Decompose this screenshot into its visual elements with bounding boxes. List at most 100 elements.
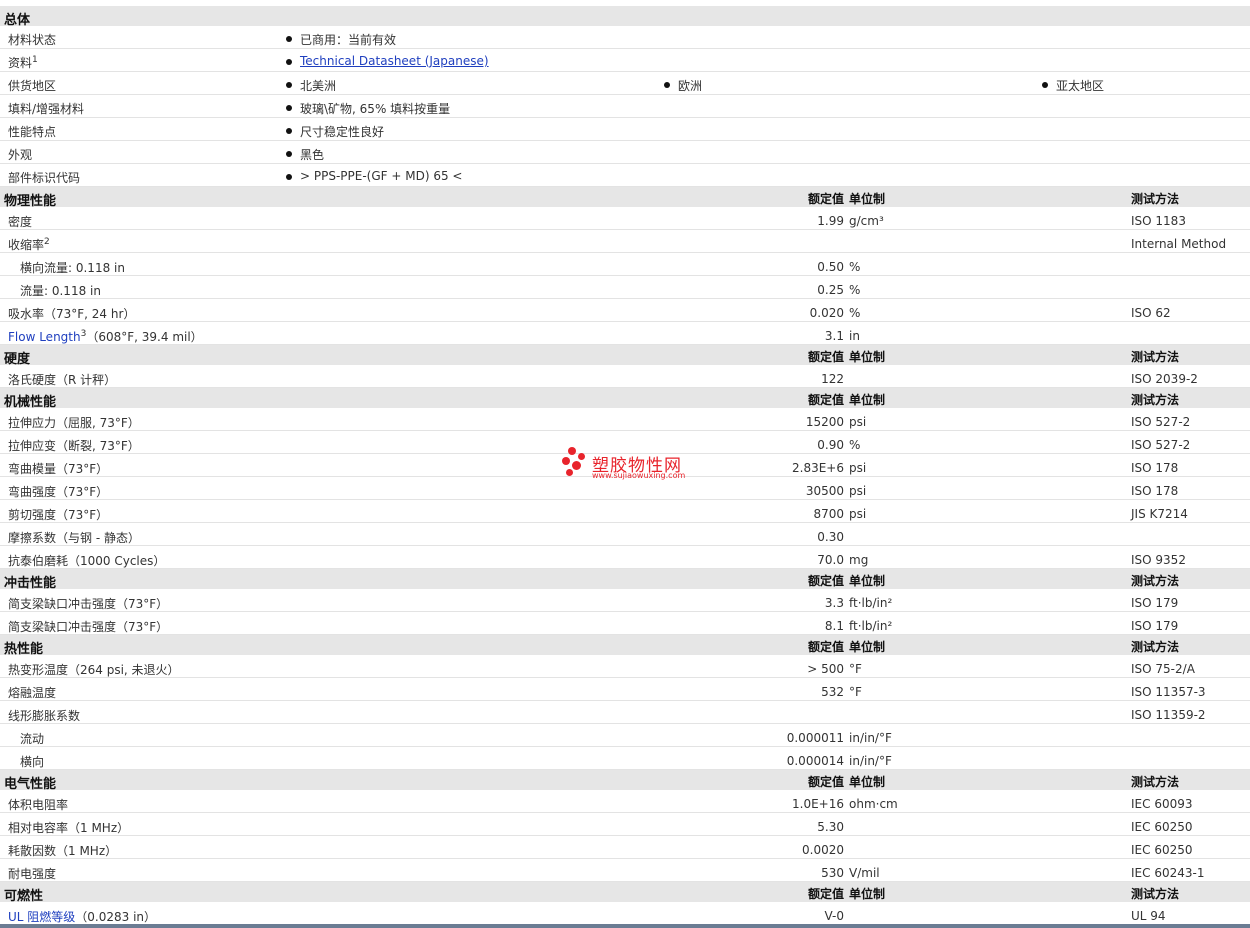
nominal-value: 15200 xyxy=(805,415,844,429)
property-name: 流动 xyxy=(20,732,45,746)
general-label: 性能特点 xyxy=(8,123,56,140)
unit-value: °F xyxy=(849,662,862,676)
nominal-value: 0.30 xyxy=(817,530,844,544)
column-header-test: 测试方法 xyxy=(1131,640,1180,654)
property-name: 吸水率（73°F, 24 hr） xyxy=(8,307,136,321)
property-row: 体积电阻率 1.0E+16 ohm·cm IEC 60093 xyxy=(0,790,1250,813)
property-name: 洛氏硬度（R 计秤） xyxy=(8,373,117,387)
test-method: IEC 60250 xyxy=(1131,843,1193,857)
nominal-value: 1.99 xyxy=(817,214,844,228)
test-method: ISO 527-2 xyxy=(1131,438,1191,452)
column-header-test: 测试方法 xyxy=(1131,393,1180,407)
property-name: 弯曲模量（73°F） xyxy=(8,462,109,476)
nominal-value: 2.83E+6 xyxy=(792,461,844,475)
general-label: 填料/增强材料 xyxy=(8,100,84,117)
column-header-unit: 单位制 xyxy=(849,887,886,901)
test-method: UL 94 xyxy=(1131,909,1166,923)
bullet-icon xyxy=(286,151,292,157)
nominal-value: 70.0 xyxy=(817,553,844,567)
nominal-value: 530 xyxy=(821,866,844,880)
footnote-marker[interactable]: 2 xyxy=(44,237,50,247)
nominal-value: > 500 xyxy=(807,662,844,676)
unit-value: ft·lb/in² xyxy=(849,619,893,633)
property-row: 吸水率（73°F, 24 hr） 0.020% ISO 62 xyxy=(0,299,1250,322)
property-label: 摩擦系数（与钢 - 静态） xyxy=(8,529,140,546)
property-name: 体积电阻率 xyxy=(8,798,69,812)
test-method: ISO 62 xyxy=(1131,306,1171,320)
unit-value: % xyxy=(849,306,861,320)
unit-value: psi xyxy=(849,484,867,498)
bullet-icon xyxy=(286,105,292,111)
property-name: 抗泰伯磨耗（1000 Cycles） xyxy=(8,554,166,568)
section-header: 热性能 额定值 单位制 测试方法 xyxy=(0,635,1250,657)
test-method: JIS K7214 xyxy=(1131,507,1188,521)
general-row: 填料/增强材料 玻璃\矿物, 65% 填料按重量 xyxy=(0,95,1250,118)
unit-value: °F xyxy=(849,685,862,699)
property-row: 耗散因数（1 MHz） 0.0020 IEC 60250 xyxy=(0,836,1250,859)
test-method: ISO 179 xyxy=(1131,619,1179,633)
property-label: 拉伸应变（断裂, 73°F） xyxy=(8,437,140,454)
nominal-value: 8.1 xyxy=(824,619,844,633)
general-label: 部件标识代码 xyxy=(8,169,80,186)
general-label-text: 材料状态 xyxy=(8,33,57,47)
property-row: 热变形温度（264 psi, 未退火） > 500 °F ISO 75-2/A xyxy=(0,655,1250,678)
nominal-value: 8700 xyxy=(813,507,844,521)
unit-value: psi xyxy=(849,507,867,521)
datasheet-link[interactable]: Technical Datasheet (Japanese) xyxy=(300,54,489,68)
general-label: 供货地区 xyxy=(8,77,56,94)
property-name: 简支梁缺口冲击强度（73°F） xyxy=(8,620,169,634)
property-label: 洛氏硬度（R 计秤） xyxy=(8,371,116,388)
property-label: 剪切强度（73°F） xyxy=(8,506,108,523)
unit-value: % xyxy=(849,283,861,297)
bullet-icon xyxy=(664,82,670,88)
property-label: 弯曲强度（73°F） xyxy=(8,483,108,500)
test-method: ISO 179 xyxy=(1131,596,1179,610)
general-value: 亚太地区 xyxy=(1056,79,1105,93)
nominal-value: 0.000011 xyxy=(786,731,844,745)
property-label: 热变形温度（264 psi, 未退火） xyxy=(8,661,180,678)
property-name: 流量: 0.118 in xyxy=(20,284,101,298)
test-method: ISO 11359-2 xyxy=(1131,708,1206,722)
general-row: 外观 黑色 xyxy=(0,141,1250,164)
test-method: ISO 75-2/A xyxy=(1131,662,1195,676)
test-method: IEC 60093 xyxy=(1131,797,1193,811)
property-label: 耐电强度 xyxy=(8,865,56,882)
general-label-text: 部件标识代码 xyxy=(8,171,81,185)
property-label: 简支梁缺口冲击强度（73°F） xyxy=(8,618,168,635)
nominal-value: 532 xyxy=(821,685,844,699)
general-label-text: 性能特点 xyxy=(8,125,57,139)
general-label-text: 填料/增强材料 xyxy=(8,102,85,116)
bullet-icon xyxy=(286,174,292,180)
unit-value: % xyxy=(849,260,861,274)
property-name: 耗散因数（1 MHz） xyxy=(8,844,118,858)
unit-value: in/in/°F xyxy=(849,754,892,768)
test-method: ISO 178 xyxy=(1131,484,1179,498)
property-row: 熔融温度 532 °F ISO 11357-3 xyxy=(0,678,1250,701)
property-name: 拉伸应力（屈服, 73°F） xyxy=(8,416,140,430)
column-header-unit: 单位制 xyxy=(849,775,886,789)
property-row: 耐电强度 530 V/mil IEC 60243-1 xyxy=(0,859,1250,882)
property-row: 密度 1.99 g/cm³ ISO 1183 xyxy=(0,207,1250,230)
property-label: 收缩率2 xyxy=(8,236,50,253)
general-value: 欧洲 xyxy=(678,79,703,93)
general-row: 材料状态 已商用：当前有效 xyxy=(0,26,1250,49)
property-row: 流量: 0.118 in 0.25% xyxy=(0,276,1250,299)
property-name: 耐电强度 xyxy=(8,867,57,881)
column-header-nominal: 额定值 xyxy=(807,640,844,654)
property-label: 流动 xyxy=(20,730,44,747)
column-header-unit: 单位制 xyxy=(849,574,886,588)
column-header-nominal: 额定值 xyxy=(807,775,844,789)
general-label-text: 供货地区 xyxy=(8,79,57,93)
property-name: 拉伸应变（断裂, 73°F） xyxy=(8,439,140,453)
footnote-marker[interactable]: 1 xyxy=(32,55,38,65)
property-row: 相对电容率（1 MHz） 5.30 IEC 60250 xyxy=(0,813,1250,836)
general-label: 材料状态 xyxy=(8,31,56,48)
section-header: 冲击性能 额定值 单位制 测试方法 xyxy=(0,569,1250,591)
property-name: 简支梁缺口冲击强度（73°F） xyxy=(8,597,169,611)
property-row: 流动 0.000011 in/in/°F xyxy=(0,724,1250,747)
column-header-nominal: 额定值 xyxy=(807,887,844,901)
bullet-icon xyxy=(286,36,292,42)
unit-value: V/mil xyxy=(849,866,880,880)
property-label: 横向 xyxy=(20,753,44,770)
property-row: 简支梁缺口冲击强度（73°F） 8.1 ft·lb/in² ISO 179 xyxy=(0,612,1250,635)
